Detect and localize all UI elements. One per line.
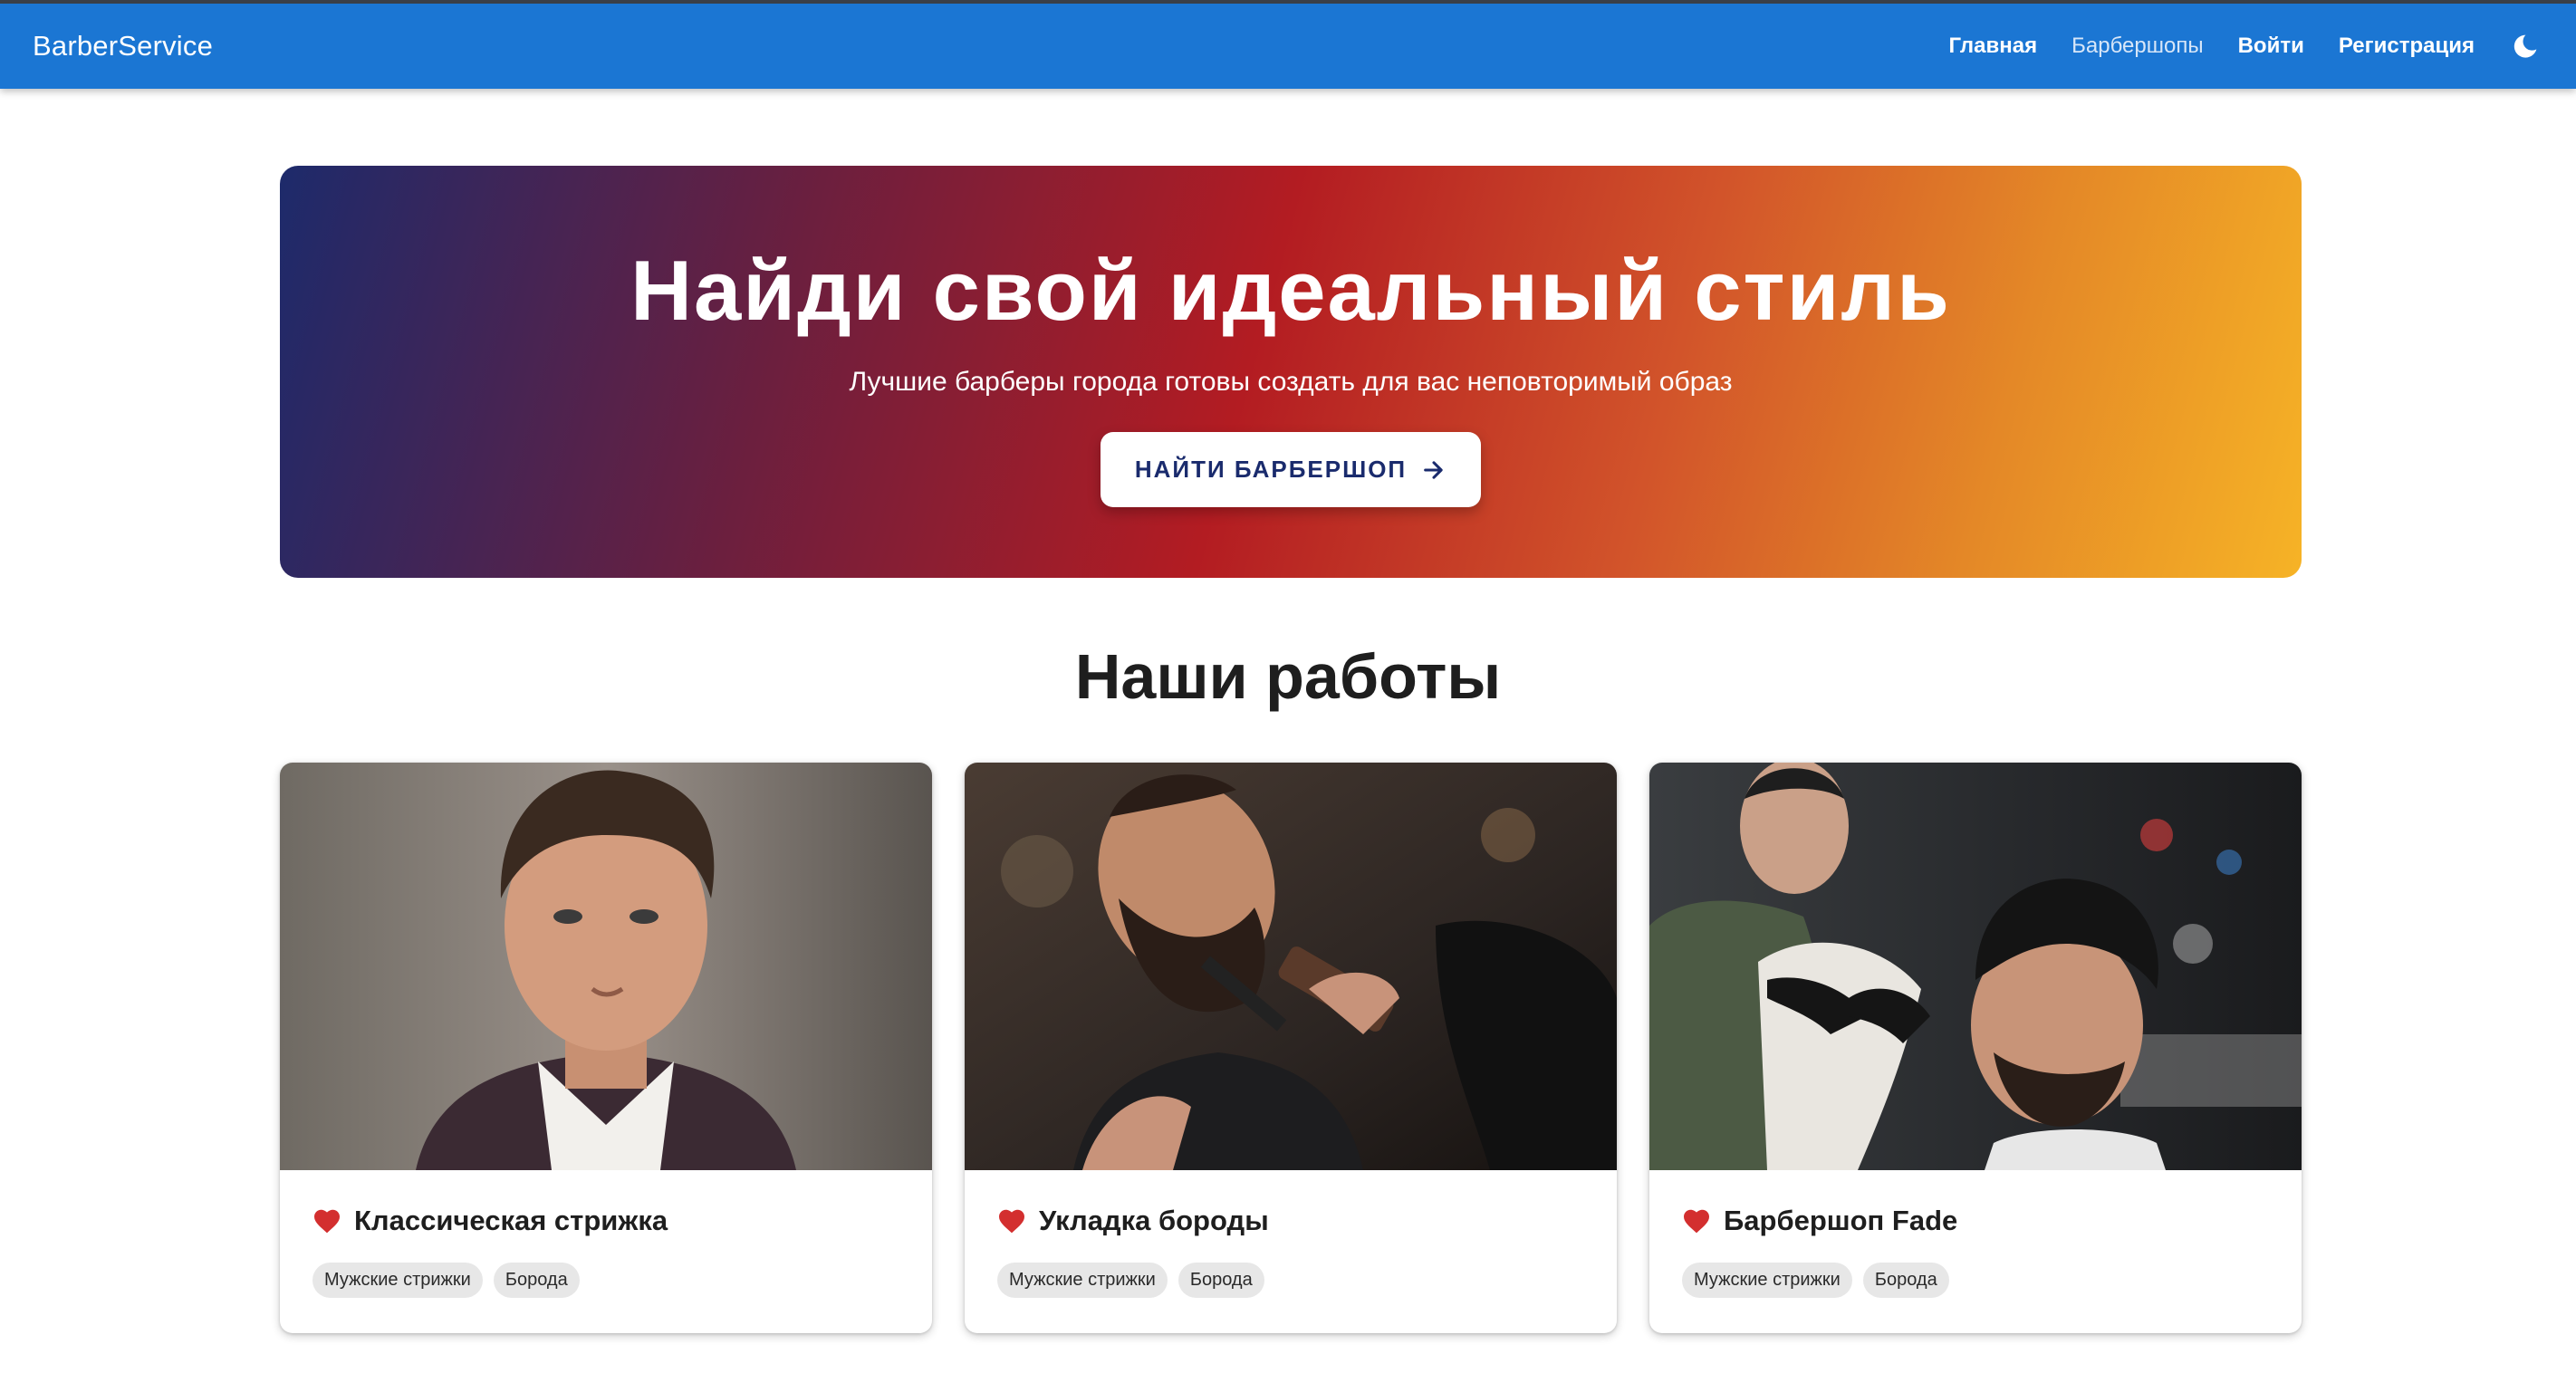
tag-chip[interactable]: Борода [1862, 1263, 1949, 1298]
theme-toggle-button[interactable] [2507, 28, 2543, 64]
heart-icon[interactable] [312, 1207, 341, 1234]
hero-subtitle: Лучшие барберы города готовы создать для… [849, 367, 1733, 397]
find-barbershop-button[interactable]: НАЙТИ БАРБЕРШОП [1101, 432, 1481, 507]
card-title: Классическая стрижка [354, 1205, 668, 1236]
work-photo-barbershop-fade [1649, 763, 2302, 1170]
card-title: Барбершоп Fade [1724, 1205, 1958, 1236]
tag-chip[interactable]: Мужские стрижки [312, 1263, 483, 1298]
heart-icon[interactable] [997, 1207, 1026, 1234]
tag-chip[interactable]: Мужские стрижки [997, 1263, 1168, 1298]
works-section-title: Наши работы [1074, 641, 1502, 712]
brand-logo[interactable]: BarberService [33, 30, 213, 62]
tag-chip[interactable]: Борода [493, 1263, 580, 1298]
nav-login[interactable]: Войти [2238, 34, 2304, 59]
work-photo-classic-haircut [280, 763, 932, 1170]
arrow-right-icon [1424, 460, 1443, 479]
app-bar: BarberService Главная Барбершопы Войти Р… [0, 0, 2576, 89]
tag-chip[interactable]: Борода [1177, 1263, 1264, 1298]
work-photo-beard-styling [965, 763, 1617, 1170]
work-card[interactable]: Укладка бороды Мужские стрижки Борода [965, 763, 1617, 1333]
find-barbershop-label: НАЙТИ БАРБЕРШОП [1134, 456, 1408, 483]
hero-banner: Найди свой идеальный стиль Лучшие барбер… [280, 166, 2302, 578]
hero-title: Найди свой идеальный стиль [630, 243, 1951, 338]
work-card[interactable]: Классическая стрижка Мужские стрижки Бор… [280, 763, 932, 1333]
card-title: Укладка бороды [1039, 1205, 1269, 1236]
moon-icon [2514, 34, 2537, 58]
nav-register[interactable]: Регистрация [2339, 34, 2475, 59]
tag-chip[interactable]: Мужские стрижки [1682, 1263, 1852, 1298]
main-nav: Главная Барбершопы Войти Регистрация [1915, 28, 2543, 64]
heart-icon[interactable] [1682, 1207, 1711, 1234]
nav-home[interactable]: Главная [1949, 34, 2038, 59]
nav-barbershops[interactable]: Барбершопы [2071, 34, 2203, 59]
work-card[interactable]: Барбершоп Fade Мужские стрижки Борода [1649, 763, 2302, 1333]
